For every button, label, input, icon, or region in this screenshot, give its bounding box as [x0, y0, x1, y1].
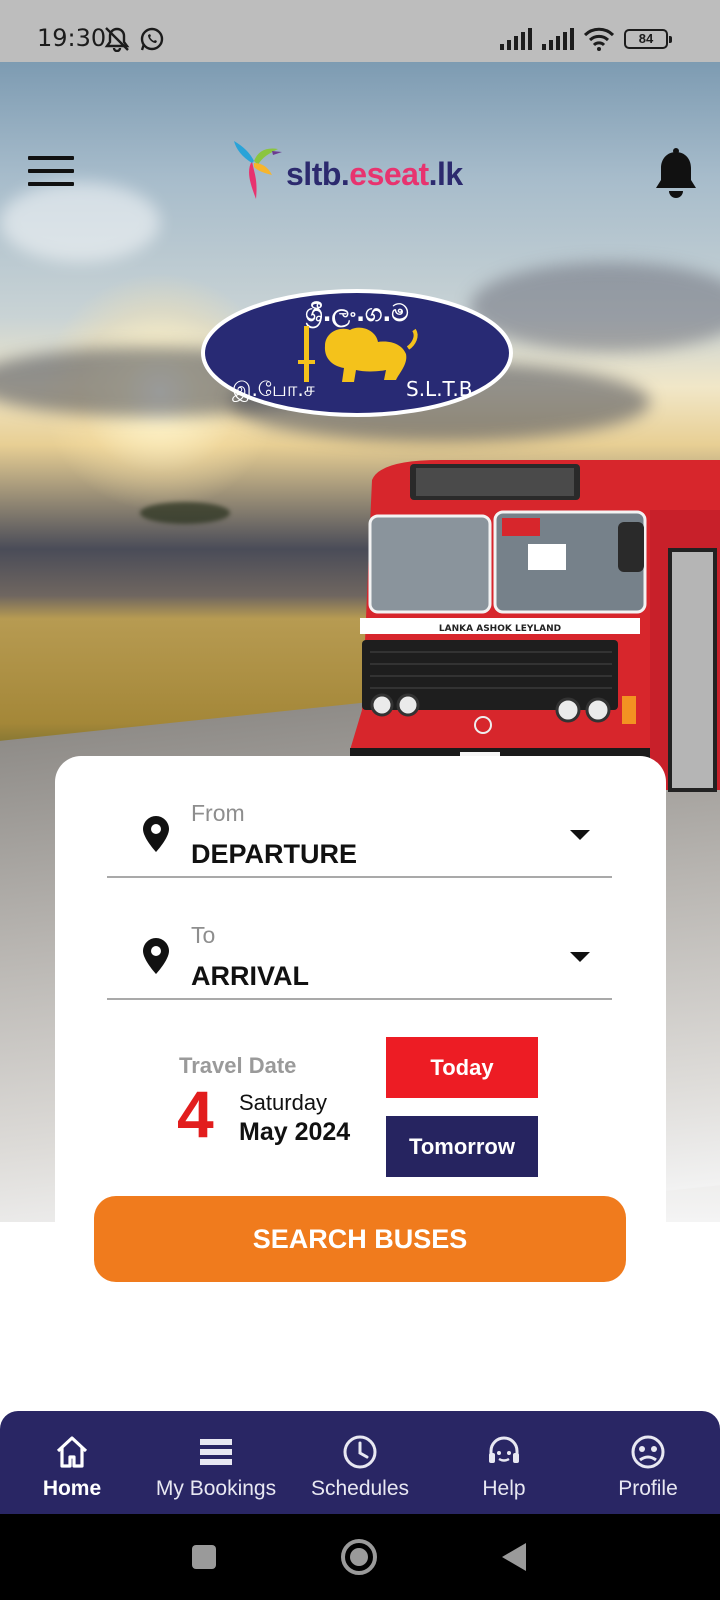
menu-bar — [28, 169, 74, 173]
nav-profile[interactable]: Profile — [576, 1411, 720, 1514]
notification-bell-icon[interactable] — [654, 148, 698, 200]
nav-help-label: Help — [482, 1477, 526, 1500]
brand-part-1: sltb. — [286, 155, 350, 192]
profile-icon — [631, 1435, 665, 1469]
status-bar: 19:30 84 — [0, 0, 720, 62]
location-pin-icon — [143, 816, 169, 852]
bookings-icon — [200, 1439, 232, 1465]
nav-profile-label: Profile — [618, 1477, 678, 1500]
tomorrow-button[interactable]: Tomorrow — [386, 1116, 538, 1177]
whatsapp-icon — [140, 27, 164, 51]
home-icon — [56, 1436, 88, 1468]
brand-part-2: eseat — [349, 155, 429, 192]
support-icon — [489, 1436, 519, 1463]
bus-illustration: LANKA ASHOK LEYLAND — [350, 460, 720, 792]
menu-bar — [28, 156, 74, 160]
logo-right-text: S.L.T.B — [406, 377, 472, 401]
today-button[interactable]: Today — [386, 1037, 538, 1098]
to-field[interactable]: To ARRIVAL — [107, 878, 612, 1000]
nav-schedules[interactable]: Schedules — [288, 1411, 432, 1514]
wifi-icon — [584, 27, 614, 51]
battery-icon: 84 — [624, 29, 672, 49]
nav-help[interactable]: Help — [432, 1411, 576, 1514]
system-nav-bar — [0, 1514, 720, 1600]
home-circle-icon[interactable] — [340, 1538, 378, 1576]
date-month[interactable]: May 2024 — [239, 1118, 350, 1147]
tree-cluster — [140, 502, 230, 524]
brand-logo: sltb.eseat.lk — [232, 134, 463, 214]
status-time: 19:30 — [37, 24, 107, 52]
date-weekday[interactable]: Saturday — [239, 1090, 327, 1116]
bus-brand-text: LANKA ASHOK LEYLAND — [439, 624, 561, 634]
dropdown-caret-icon — [570, 830, 590, 840]
back-icon[interactable] — [500, 1541, 528, 1573]
mute-icon — [104, 27, 130, 52]
menu-bar — [28, 182, 74, 186]
cloud — [0, 182, 160, 262]
bottom-nav: Home My Bookings Schedules Help Profile — [0, 1411, 720, 1514]
recents-icon[interactable] — [190, 1543, 218, 1571]
hummingbird-icon — [234, 141, 282, 199]
dropdown-caret-icon — [570, 952, 590, 962]
brand-part-3: .lk — [428, 155, 464, 192]
signal-icon — [500, 28, 532, 50]
from-field[interactable]: From DEPARTURE — [107, 756, 612, 878]
logo-top-text: ශ්‍රී.ලං.ග.ම — [305, 299, 408, 328]
clock-icon — [343, 1435, 377, 1469]
logo-left-text: இ.போ.ச — [232, 377, 315, 402]
from-label: From — [191, 800, 245, 826]
sltb-emblem: ශ්‍රී.ලං.ග.ම இ.போ.ச S.L.T.B — [201, 289, 513, 417]
to-value: ARRIVAL — [191, 961, 309, 991]
location-pin-icon — [143, 938, 169, 974]
search-buses-button[interactable]: SEARCH BUSES — [94, 1196, 626, 1282]
nav-my-bookings[interactable]: My Bookings — [144, 1411, 288, 1514]
search-card: From DEPARTURE To ARRIVAL Travel Date 4 … — [55, 756, 666, 1222]
date-day[interactable]: 4 — [177, 1076, 214, 1152]
nav-my-bookings-label: My Bookings — [155, 1477, 277, 1500]
nav-schedules-label: Schedules — [310, 1477, 410, 1500]
signal-icon — [542, 28, 574, 50]
nav-home[interactable]: Home — [0, 1411, 144, 1514]
from-value: DEPARTURE — [191, 839, 358, 869]
nav-home-label: Home — [42, 1477, 102, 1500]
to-label: To — [191, 922, 216, 948]
menu-button[interactable] — [28, 156, 74, 190]
